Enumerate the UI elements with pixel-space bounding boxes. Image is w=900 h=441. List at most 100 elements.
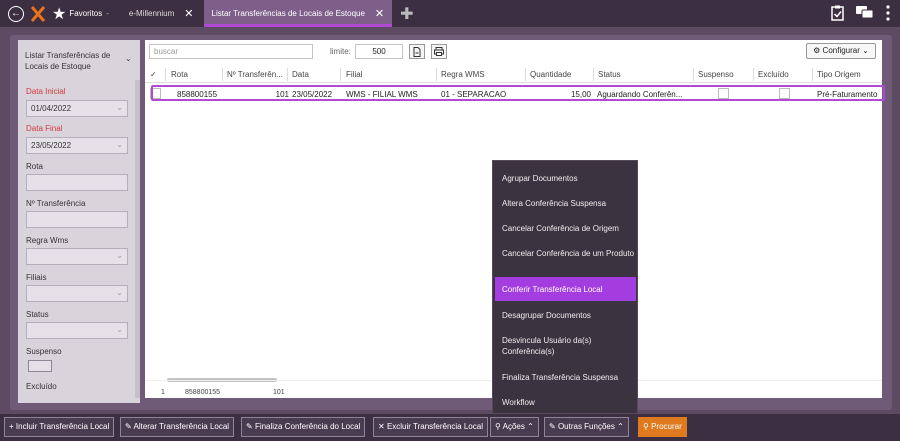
actions-menu: Agrupar Documentos Altera Conferência Su… [492,160,638,414]
filiais-label: Filiais [26,273,47,282]
tab-label: Listar Transferências de Locais de Estoq… [211,9,365,18]
close-icon[interactable]: ✕ [375,7,384,20]
regra-wms-select[interactable]: ⌄ [26,248,128,265]
tab-e-millennium[interactable]: e-Millennium ✕ [121,0,202,27]
cell-status: Aguardando Conferên... [597,90,683,99]
menu-item-cancelar-conferencia-origem[interactable]: Cancelar Conferência de Origem [495,221,636,235]
menu-item-cancelar-conferencia-produto[interactable]: Cancelar Conferência de um Produto [495,246,636,270]
favorites-menu[interactable]: ★ Favoritos - [52,4,109,24]
top-bar: ← ★ Favoritos - e-Millennium ✕ Listar Tr… [0,0,900,27]
column-header-filial[interactable]: Filial [346,70,362,79]
suspenso-toggle[interactable] [28,360,52,372]
data-inicial-label: Data Inicial [26,87,66,96]
column-divider [812,68,813,81]
cell-n-transferencia: 101 [275,90,289,99]
suspenso-checkbox[interactable] [718,88,729,99]
star-icon: ★ [52,5,67,23]
favorites-label: Favoritos [69,9,103,18]
acoes-button[interactable]: ⚲ Ações ⌃ [490,417,539,437]
excluido-label: Excluído [26,382,57,391]
chevron-down-icon: ⌄ [862,46,869,55]
filter-sidebar: Listar Transferências de Locais de Estoq… [18,40,140,403]
more-vertical-icon[interactable] [886,5,890,21]
filiais-select[interactable]: ⌄ [26,285,128,302]
status-select[interactable]: ⌄ [26,322,128,339]
footer-count: 1 [161,389,165,396]
rota-label: Rota [26,162,43,171]
chevron-down-icon: - [106,9,109,18]
suspenso-label: Suspenso [26,347,62,356]
data-final-field[interactable]: 23/05/2022 ⌄ [26,137,128,154]
top-right-actions [831,5,890,21]
button-label: Procurar [651,422,682,431]
menu-item-altera-conferencia-suspensa[interactable]: Altera Conferência Suspensa [495,196,636,210]
footer-rota: 858800155 [185,389,221,396]
alterar-transferencia-button[interactable]: ✎ Alterar Transferência Local [120,417,235,437]
data-final-label: Data Final [26,124,63,133]
sidebar-scrollbar[interactable] [135,80,140,398]
bottom-action-bar: + Incluir Transferência Local ✎ Alterar … [0,414,900,441]
column-header-excluido[interactable]: Excluído [758,70,789,79]
column-divider [525,68,526,81]
chevron-up-icon: ⌃ [617,422,624,431]
column-divider [593,68,594,81]
column-header-data[interactable]: Data [292,70,309,79]
file-export-icon [413,47,421,57]
data-inicial-field[interactable]: 01/04/2022 ⌄ [26,100,128,117]
menu-item-desvincula-usuario[interactable]: Desvincula Usuário da(s) Conferência(s) [495,333,636,357]
sidebar-title: Listar Transferências de Locais de Estoq… [25,51,111,71]
incluir-transferencia-button[interactable]: + Incluir Transferência Local [4,417,115,437]
menu-item-desagrupar-documentos[interactable]: Desagrupar Documentos [495,308,636,322]
search-icon: ⚲ [643,422,649,431]
column-divider [165,68,166,81]
chevron-down-icon[interactable]: ⌄ [125,54,132,63]
procurar-button[interactable]: ⚲ Procurar [638,417,687,437]
menu-item-workflow[interactable]: Workflow [495,395,636,409]
data-inicial-value: 01/04/2022 [31,104,72,113]
finaliza-conferencia-button[interactable]: ✎ Finaliza Conferência do Local [241,417,366,437]
menu-item-conferir-transferencia-local[interactable]: Conferir Transferência Local [495,277,636,301]
excluido-checkbox[interactable] [779,88,790,99]
chevron-up-icon: ⌃ [527,422,534,431]
chevron-down-icon: ⌄ [116,325,123,334]
edit-icon: ✎ [549,422,556,431]
lightbulb-icon: ⚲ [495,422,501,431]
n-transferencia-label: Nº Transferência [26,199,86,208]
chevron-down-icon: ⌄ [116,251,123,260]
column-header-suspenso[interactable]: Suspenso [698,70,734,79]
configure-button[interactable]: ⚙ Configurar ⌄ [806,43,876,59]
n-transferencia-field[interactable] [26,211,128,228]
menu-item-finaliza-transferencia-suspensa[interactable]: Finaliza Transferência Suspensa [495,370,636,384]
table-row[interactable]: 858800155 101 23/05/2022 WMS - FILIAL WM… [151,85,885,101]
print-button[interactable] [431,44,447,59]
rota-field[interactable] [26,174,128,191]
limit-input[interactable]: 500 [355,44,403,59]
add-tab-icon[interactable]: ✚ [400,4,413,24]
outras-funcoes-button[interactable]: ✎ Outras Funções ⌃ [544,417,629,437]
back-icon[interactable]: ← [8,5,24,22]
column-divider [222,68,223,81]
close-icon[interactable]: ✕ [184,7,193,20]
gear-icon: ⚙ [813,46,821,55]
column-header-tipo-origem[interactable]: Tipo Origem [817,70,861,79]
clipboard-check-icon[interactable] [831,5,844,21]
export-button[interactable] [409,44,425,59]
excluir-transferencia-button[interactable]: ✕ Excluir Transferência Local [373,417,488,437]
column-header-n-transferencia[interactable]: Nº Transferên... [227,70,283,79]
chevron-down-icon: ⌄ [116,288,123,297]
tab-listar-transferencias[interactable]: Listar Transferências de Locais de Estoq… [203,0,393,27]
column-header-quantidade[interactable]: Quantidade [530,70,571,79]
button-label: Outras Funções [557,422,615,431]
column-header-regra-wms[interactable]: Regra WMS [441,70,485,79]
chat-icon[interactable] [856,5,874,21]
menu-item-agrupar-documentos[interactable]: Agrupar Documentos [495,171,636,185]
app-logo[interactable] [30,5,46,23]
column-header-status[interactable]: Status [598,70,621,79]
select-all-check-icon[interactable]: ✓ [150,70,157,79]
search-input[interactable]: buscar [149,44,313,59]
cell-quantidade: 15,00 [570,90,591,99]
cell-filial: WMS - FILIAL WMS [346,90,418,99]
column-divider [287,68,288,81]
column-divider [693,68,694,81]
column-header-rota[interactable]: Rota [171,70,188,79]
